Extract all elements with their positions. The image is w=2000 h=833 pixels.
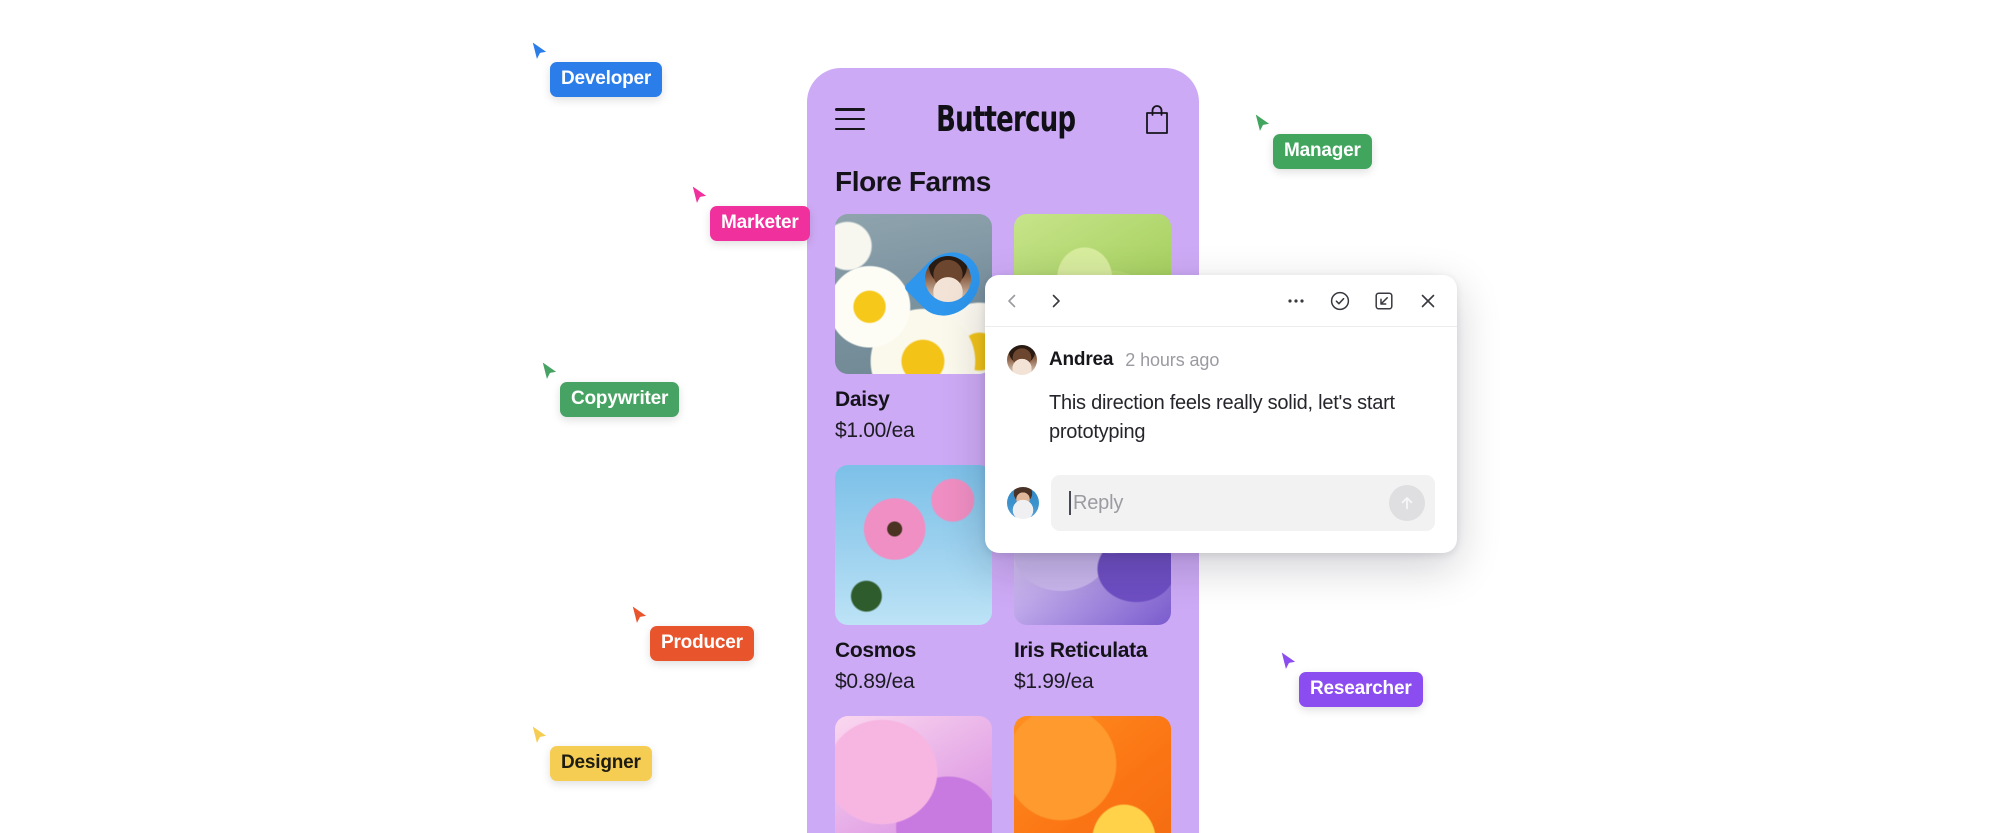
cursor-arrow-icon [1252, 110, 1274, 136]
comment-tool-group [1283, 288, 1441, 314]
phone-app-header: Buttercup [807, 68, 1199, 144]
product-card[interactable]: Cosmos $0.89/ea [835, 465, 992, 694]
comment-pin-avatar[interactable] [903, 239, 992, 329]
expand-arrow-icon [1375, 291, 1393, 310]
cursor-arrow-icon [539, 358, 561, 384]
product-card[interactable]: Daisy $1.00/ea [835, 214, 992, 443]
avatar [1007, 345, 1037, 375]
cursor-label: Marketer [710, 206, 810, 241]
product-name: Iris Reticulata [1014, 639, 1148, 662]
product-card[interactable] [835, 716, 992, 833]
comment-popup: Andrea 2 hours ago This direction feels … [985, 275, 1457, 553]
cursor-label: Developer [550, 62, 663, 97]
orange-poppy-photo[interactable] [1014, 716, 1171, 833]
cursor-arrow-icon [529, 38, 551, 64]
cursor-label: Researcher [1299, 672, 1423, 707]
hamburger-icon[interactable] [835, 108, 865, 130]
page-title: Flore Farms [835, 166, 991, 197]
comment-text: This direction feels really solid, let's… [1049, 392, 1395, 443]
pink-cosmos-flower-photo[interactable] [835, 465, 992, 625]
cursor-label: Manager [1273, 134, 1372, 169]
daisy-flowers-photo[interactable] [835, 214, 992, 374]
cursor-arrow-icon [529, 722, 551, 748]
product-card[interactable] [1014, 716, 1171, 833]
pin-avatar-image [925, 256, 971, 302]
brand-title: Buttercup [936, 98, 1076, 140]
more-options-button[interactable] [1283, 288, 1309, 314]
product-price: $1.00/ea [835, 419, 915, 442]
cursor-label: Copywriter [560, 382, 680, 417]
send-reply-button[interactable] [1389, 485, 1425, 521]
comment-body: Andrea 2 hours ago This direction feels … [985, 327, 1457, 453]
product-name: Cosmos [835, 639, 917, 662]
ellipsis-icon [1288, 298, 1304, 303]
text-caret [1069, 491, 1071, 515]
canvas: Buttercup Flore Farms Daisy $1.00/ea Cos… [0, 0, 2000, 833]
reply-placeholder: Reply [1073, 491, 1124, 514]
product-name: Daisy [835, 388, 890, 411]
comment-timestamp: 2 hours ago [1125, 349, 1220, 370]
reply-input[interactable]: Reply [1051, 475, 1435, 531]
cursor-label: Producer [650, 626, 754, 661]
brand-title-wrap: Buttercup [869, 99, 1143, 140]
cursor-arrow-icon [1278, 648, 1300, 674]
close-icon [1421, 294, 1435, 307]
chevron-left-icon [1008, 294, 1016, 307]
product-price: $1.99/ea [1014, 670, 1094, 693]
comment-nav-group [999, 288, 1069, 314]
arrow-up-icon [1401, 497, 1413, 510]
cursor-arrow-icon [629, 602, 651, 628]
pink-gradient-photo[interactable] [835, 716, 992, 833]
avatar [1007, 487, 1039, 519]
reply-row: Reply [985, 453, 1457, 553]
resolve-comment-button[interactable] [1327, 288, 1353, 314]
comment-popup-toolbar [985, 275, 1457, 327]
comment-author: Andrea [1049, 349, 1114, 370]
chevron-right-icon [1052, 294, 1060, 307]
expand-comment-button[interactable] [1371, 288, 1397, 314]
cursor-label: Designer [550, 746, 652, 781]
check-circle-icon [1330, 291, 1350, 310]
comment-header: Andrea 2 hours ago [1007, 345, 1435, 375]
shopping-bag-icon[interactable] [1143, 103, 1171, 135]
close-popup-button[interactable] [1415, 288, 1441, 314]
cursor-arrow-icon [689, 182, 711, 208]
next-comment-button[interactable] [1043, 288, 1069, 314]
product-price: $0.89/ea [835, 670, 915, 693]
prev-comment-button[interactable] [999, 288, 1025, 314]
